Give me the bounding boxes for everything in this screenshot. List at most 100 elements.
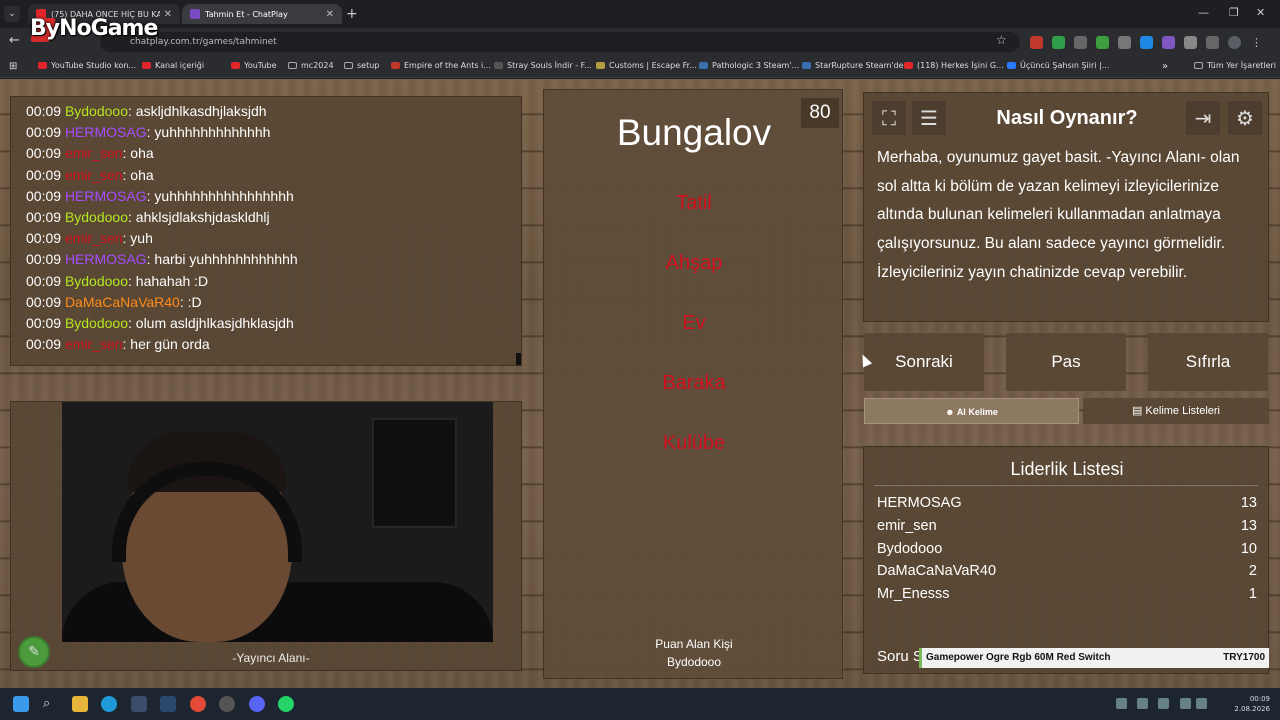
search-icon[interactable]: ⌕ xyxy=(43,696,59,712)
store-icon[interactable] xyxy=(131,696,147,712)
bookmark-item[interactable]: Customs | Escape Fr... xyxy=(596,61,697,70)
maximize-icon[interactable]: ❐ xyxy=(1229,6,1239,19)
bookmark-label: YouTube Studio kon... xyxy=(51,61,137,70)
bookmark-item[interactable]: setup xyxy=(344,61,379,70)
chat-username[interactable]: Bydodooo xyxy=(65,103,128,119)
word-lists-button[interactable]: ▤ Kelime Listeleri xyxy=(1083,398,1269,424)
extensions-puzzle-icon[interactable] xyxy=(1184,36,1197,49)
chat-username[interactable]: Bydodooo xyxy=(65,273,128,289)
reading-list-icon[interactable] xyxy=(1206,36,1219,49)
obs-icon[interactable] xyxy=(219,696,235,712)
pass-button[interactable]: Pas xyxy=(1006,333,1126,391)
bookmark-item[interactable]: YouTube xyxy=(231,61,277,70)
chat-text: : harbi yuhhhhhhhhhhhh xyxy=(146,251,298,268)
settings-gear-icon[interactable]: ⚙ xyxy=(1228,101,1262,135)
extension-icon[interactable] xyxy=(1140,36,1153,49)
leaderboard-name: Mr_Enesss xyxy=(877,586,950,603)
ticker-product: Gamepower Ogre Rgb 60M Red Switch xyxy=(926,652,1111,663)
leaderboard-row: DaMaCaNaVaR40 2 xyxy=(877,563,1257,585)
address-toolbar: ← chatplay.com.tr/games/tahminet ☆ ⋮ xyxy=(0,28,1280,56)
reset-button[interactable]: Sıfırla xyxy=(1148,333,1268,391)
bookmark-item[interactable]: YouTube Studio kon... xyxy=(38,61,136,70)
chat-username[interactable]: Bydodooo xyxy=(65,209,128,225)
tray-app-icon[interactable] xyxy=(1137,698,1148,709)
close-tab-icon[interactable]: ✕ xyxy=(326,9,334,20)
chat-username[interactable]: Bydodooo xyxy=(65,315,128,331)
more-bookmarks-icon[interactable]: » xyxy=(1162,61,1168,72)
new-tab-icon[interactable]: + xyxy=(346,6,358,22)
chat-message: 00:09 Bydodooo: olum asldjhlkasjdhklasjd… xyxy=(11,313,521,334)
bookmark-label: Üçüncü Şahsın Şiiri |... xyxy=(1020,61,1110,70)
discord-icon[interactable] xyxy=(249,696,265,712)
ai-word-button[interactable]: ☻ AI Kelime xyxy=(864,398,1079,424)
tray-chevron-icon[interactable] xyxy=(1116,698,1127,709)
bookmark-item[interactable]: mc2024 xyxy=(288,61,334,70)
extension-icon[interactable] xyxy=(1052,36,1065,49)
leaderboard-row: HERMOSAG 13 xyxy=(877,495,1257,517)
minimize-icon[interactable]: — xyxy=(1198,6,1209,19)
edge-icon[interactable] xyxy=(101,696,117,712)
chat-username[interactable]: emir_sen xyxy=(65,145,123,161)
tray-app-icon[interactable] xyxy=(1158,698,1169,709)
volume-icon[interactable] xyxy=(1196,698,1207,709)
next-button[interactable]: Sonraki xyxy=(864,333,984,391)
chat-message: 00:09 emir_sen: her gün orda xyxy=(11,334,521,355)
bookmark-item[interactable]: Stray Souls İndir - F... xyxy=(494,61,592,70)
bookmark-item[interactable]: Kanal içeriği xyxy=(142,61,204,70)
chat-username[interactable]: emir_sen xyxy=(65,167,123,183)
extension-icon[interactable] xyxy=(1030,36,1043,49)
bookmark-item[interactable]: Üçüncü Şahsın Şiiri |... xyxy=(1007,61,1109,70)
streamer-area: ✎ -Yayıncı Alanı- xyxy=(10,401,522,671)
system-clock[interactable]: 00:09 2.08.2026 xyxy=(1234,694,1270,714)
windows-taskbar: ⌕ 00:09 2.08.2026 xyxy=(0,688,1280,720)
extensions-bar: ⋮ xyxy=(1030,36,1263,49)
chat-username[interactable]: HERMOSAG xyxy=(65,251,147,267)
extension-icon[interactable] xyxy=(1162,36,1175,49)
leaderboard-row: Bydodooo 10 xyxy=(877,541,1257,563)
windows-start-icon[interactable] xyxy=(13,696,29,712)
profile-avatar[interactable] xyxy=(1228,36,1241,49)
bookmark-label: setup xyxy=(357,61,380,70)
url-input[interactable]: chatplay.com.tr/games/tahminet xyxy=(100,32,1020,52)
chat-message: 00:09 Bydodooo: hahahah :D xyxy=(11,271,521,292)
robot-icon: ☻ xyxy=(945,407,957,417)
tab-search-button[interactable]: ⌄ xyxy=(4,6,20,22)
bookmark-item[interactable]: StarRupture Steam'de xyxy=(802,61,904,70)
close-window-icon[interactable]: ✕ xyxy=(1256,6,1265,19)
all-bookmarks-folder[interactable]: Tüm Yer İşaretleri xyxy=(1194,61,1276,70)
file-explorer-icon[interactable] xyxy=(72,696,88,712)
chat-message: 00:09 emir_sen: oha xyxy=(11,165,521,186)
extension-icon[interactable] xyxy=(1096,36,1109,49)
extension-icon[interactable] xyxy=(1074,36,1087,49)
forbidden-word: Tatil xyxy=(676,192,712,214)
chat-username[interactable]: emir_sen xyxy=(65,230,123,246)
bookmark-star-icon[interactable]: ☆ xyxy=(996,33,1007,47)
bookmark-item[interactable]: Empire of the Ants i... xyxy=(391,61,491,70)
leaderboard-divider xyxy=(874,485,1258,486)
chrome-icon[interactable] xyxy=(190,696,206,712)
leaderboard-title: Liderlik Listesi xyxy=(1010,459,1124,479)
bookmark-item[interactable]: Pathologic 3 Steam'... xyxy=(699,61,799,70)
bookmark-label: Kanal içeriği xyxy=(155,61,205,70)
browser-menu-icon[interactable]: ⋮ xyxy=(1250,36,1263,49)
chat-username[interactable]: DaMaCaNaVaR40 xyxy=(65,294,180,310)
chat-username[interactable]: emir_sen xyxy=(65,336,123,352)
whatsapp-icon[interactable] xyxy=(278,696,294,712)
tab-chatplay[interactable]: Tahmin Et - ChatPlay ✕ xyxy=(182,4,342,24)
exit-icon[interactable]: ⇥ xyxy=(1186,101,1220,135)
word-card: 80 Bungalov Tatil Ahşap Ev Baraka Kulübe… xyxy=(543,89,843,679)
steam-icon[interactable] xyxy=(160,696,176,712)
apps-grid-icon[interactable]: ⊞ xyxy=(9,61,17,72)
site-icon xyxy=(391,62,400,69)
chat-username[interactable]: HERMOSAG xyxy=(65,188,147,204)
back-icon[interactable]: ← xyxy=(9,33,20,48)
close-tab-icon[interactable]: ✕ xyxy=(164,9,172,20)
extension-icon[interactable] xyxy=(1118,36,1131,49)
chat-text: : askljdhlkasdhjlaksjdh xyxy=(128,103,267,119)
chat-message: 00:09 emir_sen: yuh xyxy=(11,228,521,249)
chat-username[interactable]: HERMOSAG xyxy=(65,124,147,140)
bookmark-item[interactable]: (118) Herkes İşini G... xyxy=(904,61,1004,70)
network-icon[interactable] xyxy=(1180,698,1191,709)
chat-scrollbar[interactable] xyxy=(516,353,521,365)
leaderboard-row: emir_sen 13 xyxy=(877,518,1257,540)
